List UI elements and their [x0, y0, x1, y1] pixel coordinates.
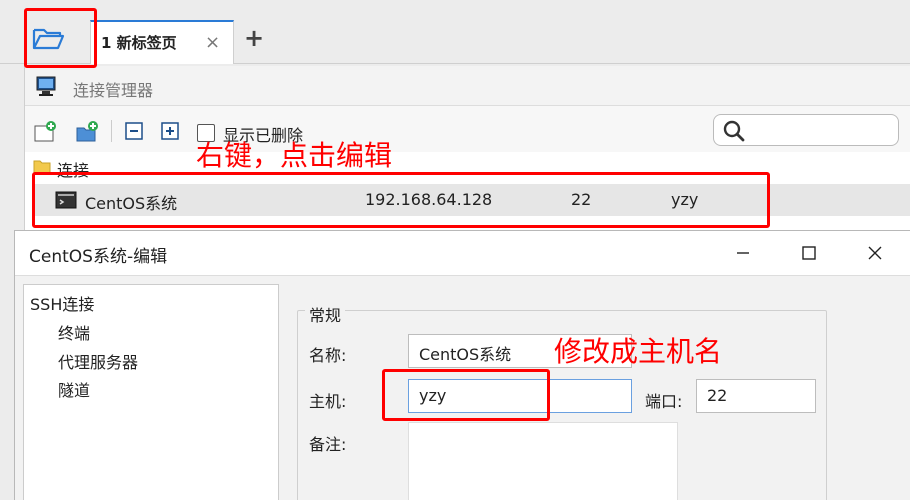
annotation-box-connection — [32, 172, 770, 228]
tab-bar: 1 新标签页 × + — [0, 0, 910, 64]
port-field[interactable]: 22 — [696, 379, 816, 413]
dialog-title: CentOS系统-编辑 — [29, 247, 168, 267]
nav-item-ssh[interactable]: SSH连接 — [30, 291, 94, 315]
minimize-icon — [737, 252, 749, 254]
new-folder-icon[interactable] — [75, 120, 98, 142]
port-label: 端口: — [645, 392, 683, 411]
dialog-titlebar: CentOS系统-编辑 — [15, 231, 910, 275]
connection-manager-toolbar: 显示已删除 — [25, 106, 910, 152]
annotation-box-host — [382, 369, 550, 421]
maximize-icon — [802, 246, 816, 260]
connection-manager-title: 连接管理器 — [73, 81, 154, 100]
edit-connection-dialog: CentOS系统-编辑 SSH连接 终端 代理服务器 隧道 常规 名称: Cen… — [14, 230, 910, 500]
computer-icon — [35, 74, 59, 102]
annotation-box-folder — [24, 8, 97, 68]
search-icon — [722, 119, 746, 147]
host-label: 主机: — [309, 392, 347, 411]
notes-label: 备注: — [309, 435, 347, 454]
app-window: 1 新标签页 × + 连接管理器 显示已删除 连接 CentOS系统 192.1… — [0, 0, 910, 500]
nav-item-tunnel[interactable]: 隧道 — [58, 377, 90, 401]
toolbar-separator — [111, 120, 112, 142]
maximize-button[interactable] — [791, 239, 827, 267]
general-group-title: 常规 — [305, 302, 346, 326]
new-connection-icon[interactable] — [33, 120, 56, 142]
nav-item-terminal[interactable]: 终端 — [58, 320, 90, 344]
tab-new[interactable]: 1 新标签页 × — [90, 20, 234, 64]
search-input[interactable] — [713, 114, 899, 146]
notes-field[interactable] — [408, 422, 678, 500]
close-icon — [868, 246, 882, 260]
collapse-all-icon[interactable] — [123, 120, 145, 142]
nav-item-proxy[interactable]: 代理服务器 — [58, 349, 138, 373]
add-tab-icon[interactable]: + — [244, 26, 264, 50]
tab-label: 1 新标签页 — [101, 34, 177, 52]
settings-nav: SSH连接 终端 代理服务器 隧道 — [23, 284, 279, 500]
name-label: 名称: — [309, 346, 347, 365]
tab-close-icon[interactable]: × — [205, 32, 220, 53]
annotation-right-click: 右键，点击编辑 — [196, 139, 393, 172]
minimize-button[interactable] — [725, 239, 761, 267]
connection-manager-header: 连接管理器 — [25, 66, 910, 106]
expand-all-icon[interactable] — [159, 120, 181, 142]
close-button[interactable] — [857, 239, 893, 267]
annotation-hostname: 修改成主机名 — [554, 335, 723, 368]
